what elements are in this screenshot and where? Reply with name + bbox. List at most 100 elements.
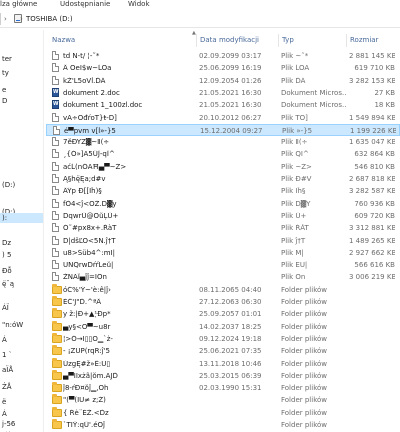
file-name: 7ĕĐYZ▓~Ⅱ(÷	[63, 138, 110, 147]
file-list: td Ñ-t/ ¦-˜* 02.09.2099 03:17 Plik ~˜* 2 88…	[46, 50, 400, 432]
breadcrumb-arrow-icon[interactable]: ›	[4, 14, 7, 24]
file-row[interactable]: ŪNQrwD̄ŕŕLeŭ| Plik EŪ| 566 616 KB	[46, 259, 400, 271]
file-row[interactable]: D̄qwrÜ@OŭĻÜ+ Plik Ü+ 609 720 KB	[46, 210, 400, 222]
folder-row[interactable]: ĵ8-ŕĐ¤ŏĵ▁,Õh 02.03.1990 15:31 Folder plikó…	[46, 382, 400, 394]
file-type: Plik Đ#V	[281, 175, 312, 183]
file-size: 632 864 KB	[354, 150, 395, 159]
column-divider[interactable]	[196, 34, 197, 47]
folder-row[interactable]: "(▀(ĬŪ≠ z;Ź) Folder plików	[46, 394, 400, 406]
column-header-name[interactable]: Nazwa	[52, 36, 75, 45]
file-row[interactable]: ÄŸp Đ[[Ĩĥ)§ Plik Ĩĥ§ 3 282 587 KB	[46, 185, 400, 197]
file-type: Plik EŪ|	[281, 261, 308, 270]
nav-item[interactable]: ):	[0, 213, 43, 223]
nav-item[interactable]: ty	[0, 68, 43, 78]
breadcrumb-drive[interactable]: TOSHIBA (D:)	[26, 14, 73, 24]
nav-item[interactable]: ter	[0, 54, 43, 64]
file-name: D̄qwrÜ@OŭĻÜ+	[63, 211, 119, 220]
folder-row[interactable]: ▄▀IIxżã|ŏm.AJĎ 25.03.2015 06:39 Folder pli…	[46, 369, 400, 382]
file-name: `TĬŶ:qÜ'.éÕĵ	[63, 421, 105, 429]
folder-row[interactable]: óĆ%'Ý~'è:ê|ĵ› 08.11.2065 04:40 Folder plik…	[46, 283, 400, 296]
file-row[interactable]: fÒ4<ĵ<ÕŽ.D▓y Plik D▓Y 760 936 KB	[46, 198, 400, 210]
file-name: ▄▀IIxżã|ŏm.AJĎ	[63, 371, 118, 380]
file-size: 1 489 265 KB	[349, 236, 395, 245]
file-type: Folder plików	[281, 334, 328, 343]
file-name: ÄŸp Đ[[Ĩĥ)§	[63, 187, 102, 196]
tab-share[interactable]: Udostępnianie	[60, 0, 110, 8]
file-type: Plik ĎÁ	[281, 76, 306, 85]
file-name: óĆ%'Ý~'è:ê|ĵ›	[63, 285, 111, 294]
folder-row[interactable]: - ¡ZUP(rqR:ĵ'5 25.06.2021 07:35 Folder pli…	[46, 345, 400, 357]
file-type: Plik ŘĂT	[281, 224, 309, 233]
address-bar[interactable]: › › TOSHIBA (D:)	[0, 10, 400, 28]
file-date: 13.11.2018 10:46	[199, 359, 262, 368]
file-name: aćĹ(nÓĀĦ▄▀~Ż>	[63, 162, 127, 171]
file-row[interactable]: aćĹ(nÓĀĦ▄▀~Ż> Plik ~Ż> 546 810 KB	[46, 161, 400, 173]
file-type: Plik ~Ż>	[281, 162, 312, 171]
file-row[interactable]: vA÷ÕđŕoT}ŧ-D] 20.10.2012 06:27 Plik TÕ] 1 5…	[46, 112, 400, 124]
file-row[interactable]: é▀pvm v[ĺ»-}5 15.12.2004 09:27 Plik »-}5 1 …	[46, 123, 400, 136]
file-row[interactable]: td Ñ-t/ ¦-˜* 02.09.2099 03:17 Plik ~˜* 2 88…	[46, 50, 400, 62]
file-row[interactable]: Â ÕeĪ$w~ĹÕa 25.06.2099 16:19 Plik ĹÕA 619 7…	[46, 62, 400, 74]
file-row[interactable]: 7ĕĐYZ▓~Ⅱ(÷ Plik Ⅱ(÷ 1 635 047 KB	[46, 136, 400, 148]
file-date: 25.06.2099 16:19	[199, 64, 262, 73]
column-header-type[interactable]: Typ	[282, 36, 294, 45]
folder-row[interactable]: ¦>Ö→Ĩ▯▯Ō▁`ż- 09.12.2024 19:18 Folder plikó…	[46, 332, 400, 345]
folder-row[interactable]: ▄y§<Õ▀~u8r 14.02.2037 18:25 Folder plików	[46, 320, 400, 333]
nav-item[interactable]: Á	[0, 335, 43, 345]
file-name: y ž:|Ð+▲¹ͅĐp*	[63, 310, 111, 319]
nav-item[interactable]: Dz	[0, 238, 43, 248]
file-row[interactable]: u8>Śüb4^:mĪ| Plik M| 2 927 662 KB	[46, 247, 400, 259]
file-name: Ó˜#px8x+.ŘàT	[63, 224, 117, 233]
file-row[interactable]: dokument 1_100zl.doc 21.05.2021 16:30 Doku…	[46, 99, 400, 111]
nav-item[interactable]: Á	[0, 409, 43, 419]
file-type: Folder plików	[281, 347, 328, 356]
tab-home[interactable]: lza główne	[0, 0, 37, 8]
file-date: 25.03.2015 06:39	[199, 371, 262, 380]
file-row[interactable]: Ą§hę̈Ęa;d#v Plik Đ#V 2 687 818 KB	[46, 173, 400, 185]
file-icon	[52, 161, 59, 171]
folder-icon	[52, 406, 62, 417]
file-row[interactable]: ¸{Ó»]Ā5ÛĴ-qÎ^ Plik QĨ^ 632 864 KB	[46, 148, 400, 160]
file-size: 1 199 226 KB	[350, 126, 396, 135]
file-row[interactable]: Ó˜#px8x+.ŘàT Plik ŘĂT 3 312 881 KB	[46, 222, 400, 234]
file-name: "(▀(ĬŪ≠ z;Ź)	[63, 396, 106, 405]
nav-item[interactable]: (D:)	[0, 180, 43, 190]
file-icon	[52, 235, 59, 245]
folder-row[interactable]: ÉĈ'J"Ď.^ªÂ 27.12.2063 06:30 Folder plików	[46, 296, 400, 308]
file-row[interactable]: dokument 2.doc 21.05.2021 16:30 Dokument M…	[46, 87, 400, 99]
nav-item[interactable]: 1 `	[0, 350, 43, 360]
chevron-right-icon[interactable]: ›	[20, 14, 23, 24]
folder-row[interactable]: `TĬŶ:qÜ'.éÕĵ Folder plików	[46, 419, 400, 431]
column-divider[interactable]	[278, 34, 279, 47]
nav-item[interactable]: e	[0, 85, 43, 95]
nav-item[interactable]: "n:óW	[0, 320, 43, 330]
nav-item[interactable]: ŹÅ	[0, 382, 43, 392]
nav-item[interactable]: Đỗ	[0, 266, 43, 276]
folder-row[interactable]: { Ŕė¨ĖŽ.<Ďz Folder plików	[46, 406, 400, 419]
address-separator	[0, 13, 1, 25]
folder-row[interactable]: ÚzgĘ#ž»Ê:Ũ▯ 13.11.2018 10:46 Folder plików	[46, 357, 400, 370]
tab-view[interactable]: Widok	[128, 0, 150, 8]
nav-item[interactable]: ë	[0, 397, 43, 407]
file-type: Plik ĵ†T	[281, 236, 306, 245]
column-divider[interactable]	[346, 34, 347, 47]
file-row[interactable]: kŽ'L5oVĺ.ĎÁ 12.09.2054 01:26 Plik ĎÁ 3 282 …	[46, 75, 400, 87]
folder-icon	[52, 283, 62, 294]
file-type: Folder plików	[281, 408, 328, 417]
folder-row[interactable]: y ž:|Ð+▲¹ͅĐp* 25.09.2057 01:01 Folder plik…	[46, 308, 400, 320]
nav-item[interactable]: D	[0, 96, 43, 106]
nav-item[interactable]: ) 5	[0, 250, 43, 260]
file-row[interactable]: D|dšĽÕ<5Ñ.ĵ†T Plik ĵ†T 1 489 265 KB	[46, 235, 400, 247]
file-row[interactable]: ŽNĀĭ▄ĵĵ=ĬÕn Plik Õn 3 006 219 KB	[46, 271, 400, 283]
nav-item[interactable]: aÏÅ	[0, 365, 43, 375]
nav-item[interactable]: j-56	[0, 419, 43, 429]
column-header-date[interactable]: Data modyfikacji	[200, 36, 259, 45]
file-type: Plik Ü+	[281, 211, 307, 220]
column-header-size[interactable]: Rozmiar	[350, 36, 378, 45]
file-name: fÒ4<ĵ<ÕŽ.D▓y	[63, 199, 117, 208]
file-name: ŪNQrwD̄ŕŕLeŭ|	[63, 261, 114, 270]
navigation-pane: ter ty e D (D:) (D:)): Dz) 5 Đỗ ę̈¯a̧ ÁÏ "n:óW Á 1 `…	[0, 30, 44, 432]
nav-item[interactable]: ÁÏ	[0, 303, 43, 313]
nav-item[interactable]: ę̈¯a̧	[0, 279, 43, 289]
file-date: 21.05.2021 16:30	[199, 88, 262, 97]
